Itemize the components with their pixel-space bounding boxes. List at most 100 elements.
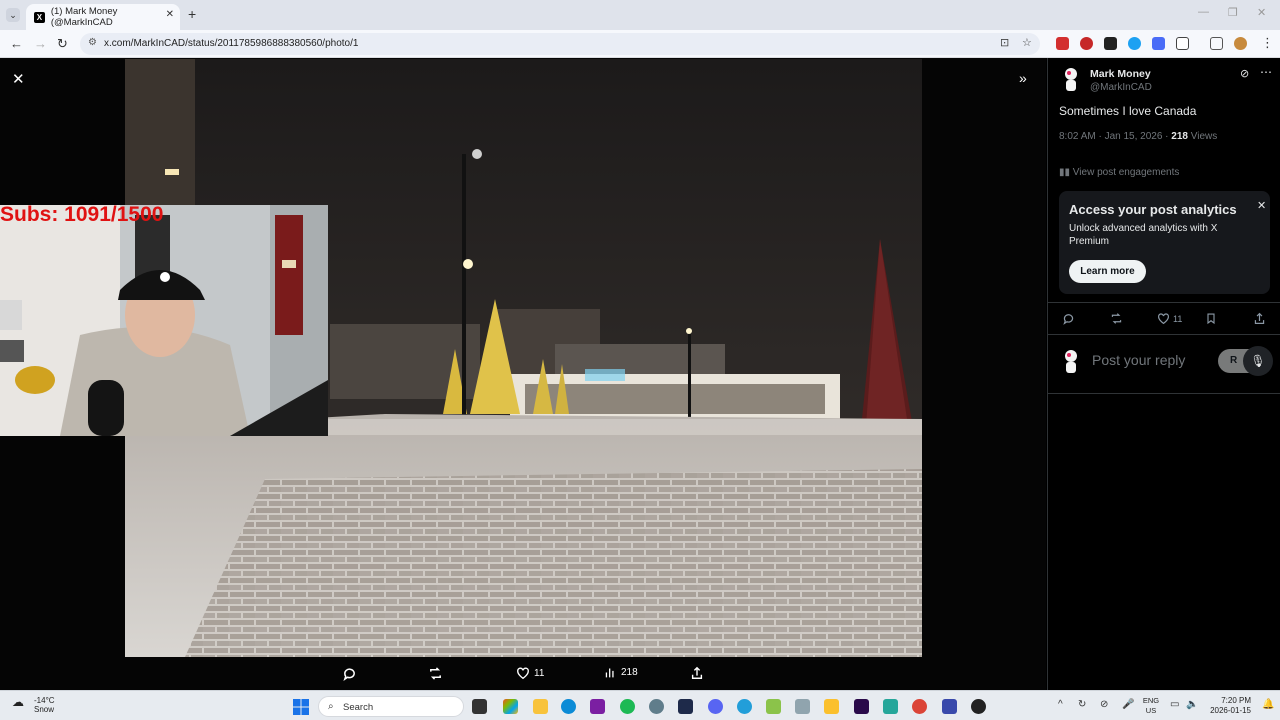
extension-3-icon[interactable] bbox=[1104, 37, 1117, 50]
url-text: x.com/MarkInCAD/status/20117859868883805… bbox=[104, 38, 359, 49]
weather-condition: Snow bbox=[34, 705, 55, 714]
telegram-icon[interactable] bbox=[737, 699, 752, 714]
author-avatar[interactable] bbox=[1060, 67, 1082, 93]
calculator-icon[interactable] bbox=[795, 699, 810, 714]
task-view-icon[interactable] bbox=[472, 699, 487, 714]
search-label: Search bbox=[343, 702, 374, 713]
view-engagements-link[interactable]: ▮▮ View post engagements bbox=[1059, 167, 1179, 178]
obs-icon[interactable] bbox=[971, 699, 986, 714]
reply-icon bbox=[1063, 314, 1074, 325]
more-options-icon[interactable]: ⋯ bbox=[1260, 65, 1272, 79]
microphone-icon[interactable]: 🎙 bbox=[1243, 346, 1273, 376]
extension-4-icon[interactable] bbox=[1128, 37, 1141, 50]
taskbar-search[interactable]: ⌕ Search bbox=[318, 696, 464, 717]
app-icon[interactable] bbox=[766, 699, 781, 714]
install-app-icon[interactable]: ⊡ bbox=[1000, 36, 1009, 49]
settings-gear-icon[interactable] bbox=[649, 699, 664, 714]
bookmark-star-icon[interactable]: ☆ bbox=[1022, 36, 1032, 49]
show-hidden-icons-icon[interactable]: ^ bbox=[1058, 699, 1063, 710]
close-viewer-icon[interactable]: ✕ bbox=[12, 70, 25, 88]
reload-icon[interactable]: ↻ bbox=[57, 36, 68, 52]
extension-1-icon[interactable] bbox=[1056, 37, 1069, 50]
browser-menu-icon[interactable]: ⋮ bbox=[1261, 35, 1274, 51]
premiere-icon[interactable] bbox=[854, 699, 869, 714]
close-tab-icon[interactable]: ✕ bbox=[166, 9, 174, 20]
dev-app-icon[interactable] bbox=[678, 699, 693, 714]
like-button[interactable]: 11 bbox=[516, 666, 544, 680]
system-clock[interactable]: 7:20 PM 2026-01-15 bbox=[1205, 696, 1251, 716]
clock-date: 2026-01-15 bbox=[1210, 706, 1251, 715]
analytics-upsell-card: Access your post analytics Unlock advanc… bbox=[1059, 191, 1270, 294]
microphone-tray-icon[interactable]: 🎤 bbox=[1122, 699, 1134, 710]
search-icon: ⌕ bbox=[328, 701, 334, 712]
chrome-icon[interactable] bbox=[912, 699, 927, 714]
reply-button[interactable] bbox=[342, 666, 357, 681]
extensions-puzzle-icon[interactable] bbox=[1176, 37, 1189, 50]
reply-input[interactable]: Post your reply bbox=[1092, 352, 1185, 368]
bookmark-button[interactable] bbox=[1205, 312, 1217, 325]
browser-tab[interactable]: X (1) Mark Money (@MarkInCAD ✕ bbox=[26, 4, 180, 30]
minimize-window-icon[interactable]: — bbox=[1198, 6, 1209, 18]
reading-list-icon[interactable] bbox=[1210, 37, 1223, 50]
views-chart-icon bbox=[605, 668, 614, 678]
restore-window-icon[interactable]: ❐ bbox=[1228, 6, 1238, 19]
repost-button[interactable] bbox=[428, 666, 443, 681]
views-button[interactable]: 218 bbox=[604, 666, 638, 679]
streamer-webcam-image bbox=[0, 205, 328, 436]
warning-app-icon[interactable] bbox=[824, 699, 839, 714]
sidebar-like-button[interactable]: 11 bbox=[1157, 312, 1182, 325]
learn-more-button[interactable]: Learn more bbox=[1069, 260, 1146, 283]
sync-icon[interactable]: ↻ bbox=[1078, 699, 1086, 710]
profile-avatar[interactable] bbox=[1234, 37, 1247, 50]
collapse-sidebar-icon[interactable]: » bbox=[1019, 70, 1027, 86]
edge-icon[interactable] bbox=[561, 699, 576, 714]
extension-2-icon[interactable] bbox=[1080, 37, 1093, 50]
extension-5-icon[interactable] bbox=[1152, 37, 1165, 50]
analytics-card-description: Unlock advanced analytics with X Premium bbox=[1069, 223, 1218, 247]
site-info-icon[interactable]: ⚙ bbox=[88, 37, 97, 48]
address-bar[interactable]: ⚙ x.com/MarkInCAD/status/201178598688838… bbox=[80, 33, 1040, 55]
language-indicator[interactable]: ENG US bbox=[1140, 696, 1162, 716]
discord-icon[interactable] bbox=[708, 699, 723, 714]
forward-icon[interactable]: → bbox=[34, 36, 47, 51]
divider bbox=[1048, 393, 1280, 394]
post-timestamp[interactable]: 8:02 AM · Jan 15, 2026 · bbox=[1059, 131, 1171, 142]
browser-tab-bar: ⌄ X (1) Mark Money (@MarkInCAD ✕ + — ❐ ✕ bbox=[0, 0, 1280, 30]
clock-time: 7:20 PM bbox=[1221, 696, 1251, 705]
copilot-icon[interactable] bbox=[503, 699, 518, 714]
notepad-icon[interactable] bbox=[883, 699, 898, 714]
dismiss-card-icon[interactable]: ✕ bbox=[1257, 199, 1266, 212]
author-name[interactable]: Mark Money bbox=[1090, 68, 1151, 80]
spotify-icon[interactable] bbox=[620, 699, 635, 714]
author-handle[interactable]: @MarkInCAD bbox=[1090, 82, 1152, 93]
nexus-app-icon[interactable] bbox=[590, 699, 605, 714]
tab-search-menu-icon[interactable]: ⌄ bbox=[6, 8, 20, 22]
snipping-tool-icon[interactable] bbox=[942, 699, 957, 714]
divider bbox=[1048, 334, 1280, 335]
repost-icon bbox=[430, 667, 441, 680]
sidebar-like-count: 11 bbox=[1173, 313, 1183, 324]
new-tab-button[interactable]: + bbox=[188, 6, 196, 22]
close-window-icon[interactable]: ✕ bbox=[1257, 6, 1266, 19]
network-icon[interactable]: ⊘ bbox=[1100, 699, 1108, 710]
sidebar-repost-button[interactable] bbox=[1110, 312, 1123, 325]
sidebar-share-button[interactable] bbox=[1253, 312, 1266, 325]
lang-secondary: US bbox=[1145, 706, 1157, 715]
share-icon bbox=[1254, 312, 1265, 324]
snow-cloud-icon: ☁ bbox=[12, 695, 24, 709]
weather-text: -14°C Snow bbox=[34, 696, 55, 714]
post-meta: 8:02 AM · Jan 15, 2026 · 218 Views bbox=[1059, 131, 1217, 142]
file-explorer-icon[interactable] bbox=[533, 699, 548, 714]
my-avatar bbox=[1065, 350, 1077, 373]
lang-primary: ENG bbox=[1142, 696, 1160, 705]
tab-title: (1) Mark Money (@MarkInCAD bbox=[50, 6, 118, 28]
share-button[interactable] bbox=[690, 666, 704, 680]
volume-icon[interactable]: 🔈 bbox=[1186, 699, 1198, 710]
notifications-icon[interactable]: 🔔 bbox=[1262, 699, 1274, 710]
windows-start-icon[interactable] bbox=[293, 699, 309, 715]
sidebar-reply-button[interactable] bbox=[1062, 312, 1075, 325]
temperature: -14°C bbox=[34, 696, 55, 705]
back-icon[interactable]: ← bbox=[10, 36, 23, 51]
grok-icon[interactable]: ⊘ bbox=[1240, 67, 1249, 80]
display-icon[interactable]: ▭ bbox=[1170, 699, 1179, 710]
